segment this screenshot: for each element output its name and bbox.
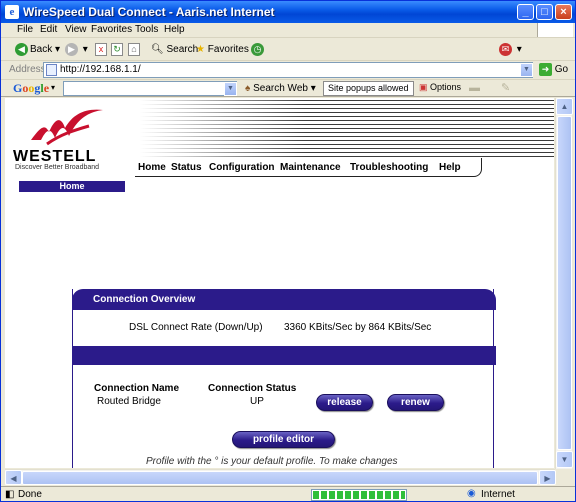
menu-favorites[interactable]: Favorites [91,24,132,35]
history-icon: ◷ [251,42,264,56]
stop-button[interactable]: x [95,42,107,58]
release-button[interactable]: release [316,394,373,411]
scroll-up-icon[interactable]: ▲ [556,98,573,115]
google-menu-chevron-icon[interactable]: ▾ [51,83,55,92]
profile-editor-button[interactable]: profile editor [232,431,335,448]
address-input[interactable]: http://192.168.1.1/ [43,62,533,78]
menu-view[interactable]: View [65,24,87,35]
connection-name-value: Routed Bridge [97,396,161,407]
binoculars-icon: ♠ [245,83,251,94]
rate-label: DSL Connect Rate (Down/Up) [129,322,263,333]
main-nav: Home Status Configuration Maintenance Tr… [135,158,482,177]
home-icon: ⌂ [128,42,140,56]
back-button[interactable]: ◀ Back ▾ [15,42,60,58]
google-toolbar: Google ▾ ▼ ♠ Search Web ▾ Site popups al… [1,80,575,97]
connection-status-value: UP [250,396,264,407]
go-button[interactable]: ➜ Go [539,63,568,76]
page-content: WESTELL Discover Better Broadband Home S… [5,98,554,468]
internet-zone-icon: ◉ [467,488,476,499]
done-page-icon: ◧ [5,489,15,500]
popup-blocker-button[interactable]: Site popups allowed [323,81,414,96]
mail-button[interactable]: ✉ ▾ [499,42,522,58]
zone-text: Internet [481,489,515,500]
westell-logo-icon [31,109,103,146]
menu-help[interactable]: Help [164,24,185,35]
search-icon: 🔍︎ [151,44,164,55]
close-button[interactable]: × [555,4,572,20]
history-button[interactable]: ◷ [251,42,266,58]
address-dropdown-icon[interactable]: ▼ [520,63,533,77]
nav-configuration[interactable]: Configuration [209,162,275,173]
rate-value: 3360 KBits/Sec by 864 KBits/Sec [284,322,432,333]
favorites-button[interactable]: ★ Favorites [196,42,249,58]
home-button[interactable]: ⌂ [128,42,140,58]
horizontal-scrollbar[interactable]: ◀ ▶ [5,469,556,485]
options-button[interactable]: ▣ Options [415,81,465,96]
nav-maintenance[interactable]: Maintenance [280,162,341,173]
status-bar: ◧ Done ◉ Internet [1,486,575,502]
address-label: Address [9,64,46,75]
col-connection-name: Connection Name [94,383,180,394]
panel-title: Connection Overview [72,289,496,310]
horizontal-scroll-thumb[interactable] [22,471,538,485]
google-search-input[interactable] [63,81,237,96]
stop-icon: x [95,42,107,56]
maximize-button[interactable]: □ [536,4,553,20]
vertical-scrollbar[interactable]: ▲ ▼ [555,98,573,469]
nav-home[interactable]: Home [138,162,166,173]
connection-overview-panel: Connection Overview DSL Connect Rate (Do… [72,289,496,468]
address-bar: Address http://192.168.1.1/ ▼ ➜ Go [1,61,575,80]
page-icon [46,64,57,76]
brand-tagline: Discover Better Broadband [15,164,100,171]
minimize-button[interactable]: _ [517,4,534,20]
progress-bar [311,489,407,501]
google-logo[interactable]: Google [13,81,49,96]
renew-button[interactable]: renew [387,394,444,411]
google-search-dropdown-icon[interactable]: ▼ [224,82,237,96]
folder-icon[interactable]: ▬ [469,82,480,94]
title-bar[interactable]: e WireSpeed Dual Connect - Aaris.net Int… [1,1,575,23]
current-section-label: Home [19,181,125,192]
back-arrow-icon: ◀ [15,42,28,56]
search-web-button[interactable]: ♠ Search Web ▾ [245,82,316,95]
forward-button[interactable]: ▶ ▾ [65,42,88,58]
search-button[interactable]: 🔍︎ Search [151,42,198,58]
go-arrow-icon: ➜ [539,63,552,76]
menu-bar: File Edit View Favorites Tools Help [1,23,575,38]
scroll-left-icon[interactable]: ◀ [5,470,22,485]
menu-file[interactable]: File [17,24,33,35]
menu-edit[interactable]: Edit [40,24,57,35]
star-icon: ★ [196,44,205,55]
mail-icon: ✉ [499,42,512,56]
refresh-button[interactable]: ↻ [111,42,123,58]
ie-icon: e [5,5,19,19]
windows-logo-icon [537,23,573,37]
browser-window: e WireSpeed Dual Connect - Aaris.net Int… [0,0,576,502]
options-icon: ▣ [419,82,428,92]
scroll-down-icon[interactable]: ▼ [556,451,573,468]
highlight-icon[interactable]: ✎ [501,81,510,94]
standard-toolbar: ◀ Back ▾ ▶ ▾ x ↻ ⌂ 🔍︎ Search ★ Favorites … [1,39,575,61]
menu-tools[interactable]: Tools [135,24,158,35]
nav-troubleshooting[interactable]: Troubleshooting [350,162,428,173]
col-connection-status: Connection Status [208,383,297,394]
nav-help[interactable]: Help [439,162,461,173]
progress-fill [313,491,405,499]
scroll-right-icon[interactable]: ▶ [539,470,556,485]
default-profile-note: Profile with the ° is your default profi… [146,456,398,467]
refresh-icon: ↻ [111,42,123,56]
vertical-scroll-thumb[interactable] [557,116,572,450]
window-title: WireSpeed Dual Connect - Aaris.net Inter… [23,5,275,19]
header-stripes [140,100,554,158]
panel-divider-band [72,346,496,365]
status-text: Done [18,489,42,500]
forward-arrow-icon: ▶ [65,42,78,56]
nav-status[interactable]: Status [171,162,202,173]
